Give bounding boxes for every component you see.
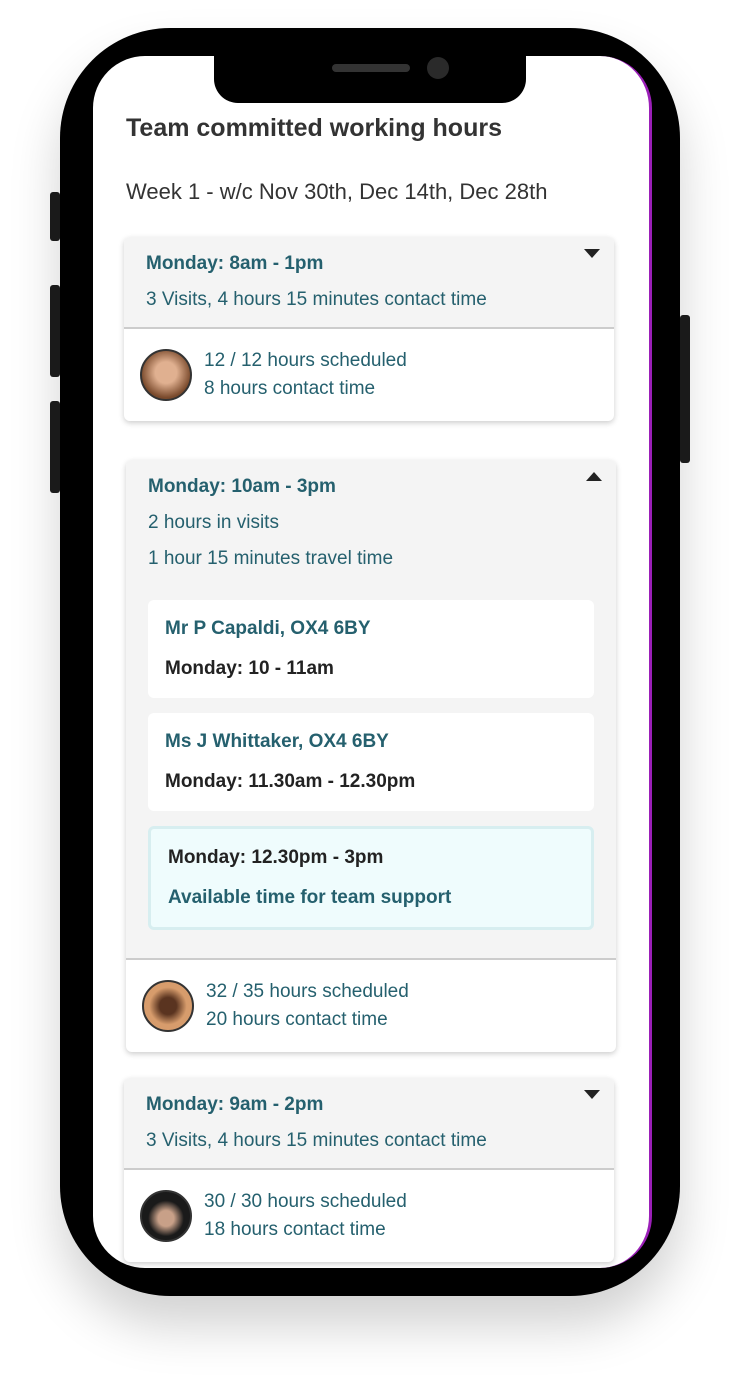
- caret-down-icon[interactable]: [584, 1090, 600, 1099]
- caret-down-icon[interactable]: [584, 249, 600, 258]
- page-title: Team committed working hours: [126, 114, 502, 142]
- visit-time: Monday: 11.30am - 12.30pm: [165, 771, 416, 792]
- visit-name: Mr P Capaldi, OX4 6BY: [165, 618, 371, 639]
- scheduled-hours: 12 / 12 hours scheduled: [204, 350, 407, 371]
- avatar: [140, 349, 192, 401]
- contact-time: 8 hours contact time: [204, 378, 376, 399]
- card-header[interactable]: Monday: 8am - 1pm 3 Visits, 4 hours 15 m…: [124, 237, 614, 329]
- week-label: Week 1 - w/c Nov 30th, Dec 14th, Dec 28t…: [126, 179, 548, 204]
- screen: Team committed working hours Week 1 - w/…: [93, 56, 652, 1268]
- visit-hours: 2 hours in visits: [148, 512, 279, 533]
- scheduled-hours: 32 / 35 hours scheduled: [206, 981, 409, 1002]
- power-button: [680, 315, 690, 463]
- schedule-card: Monday: 10am - 3pm 2 hours in visits 1 h…: [126, 460, 616, 1052]
- speaker-icon: [332, 64, 410, 72]
- travel-time: 1 hour 15 minutes travel time: [148, 548, 394, 569]
- card-summary: 3 Visits, 4 hours 15 minutes contact tim…: [146, 1130, 487, 1151]
- visit-item[interactable]: Mr P Capaldi, OX4 6BY Monday: 10 - 11am: [148, 600, 594, 698]
- visit-item[interactable]: Ms J Whittaker, OX4 6BY Monday: 11.30am …: [148, 713, 594, 811]
- card-title: Monday: 8am - 1pm: [146, 253, 324, 274]
- card-footer: 30 / 30 hours scheduled 18 hours contact…: [124, 1170, 614, 1262]
- visit-name: Ms J Whittaker, OX4 6BY: [165, 731, 389, 752]
- volume-down-button: [50, 401, 60, 493]
- visit-time: Monday: 10 - 11am: [165, 658, 334, 679]
- card-footer: 12 / 12 hours scheduled 8 hours contact …: [124, 329, 614, 421]
- schedule-card: Monday: 8am - 1pm 3 Visits, 4 hours 15 m…: [124, 237, 614, 421]
- caret-up-icon[interactable]: [586, 472, 602, 481]
- card-footer: 32 / 35 hours scheduled 20 hours contact…: [126, 960, 616, 1052]
- schedule-card: Monday: 9am - 2pm 3 Visits, 4 hours 15 m…: [124, 1078, 614, 1262]
- card-title: Monday: 10am - 3pm: [148, 476, 336, 497]
- card-header[interactable]: Monday: 10am - 3pm 2 hours in visits 1 h…: [126, 460, 616, 960]
- avatar: [140, 1190, 192, 1242]
- contact-time: 20 hours contact time: [206, 1009, 388, 1030]
- card-summary: 3 Visits, 4 hours 15 minutes contact tim…: [146, 289, 487, 310]
- available-slot[interactable]: Monday: 12.30pm - 3pm Available time for…: [148, 826, 594, 930]
- notch: [214, 50, 526, 103]
- available-label: Available time for team support: [168, 887, 452, 908]
- volume-up-button: [50, 285, 60, 377]
- card-title: Monday: 9am - 2pm: [146, 1094, 324, 1115]
- available-time: Monday: 12.30pm - 3pm: [168, 847, 384, 868]
- card-header[interactable]: Monday: 9am - 2pm 3 Visits, 4 hours 15 m…: [124, 1078, 614, 1170]
- contact-time: 18 hours contact time: [204, 1219, 386, 1240]
- camera-icon: [427, 57, 449, 79]
- avatar: [142, 980, 194, 1032]
- scheduled-hours: 30 / 30 hours scheduled: [204, 1191, 407, 1212]
- mute-switch: [50, 192, 60, 241]
